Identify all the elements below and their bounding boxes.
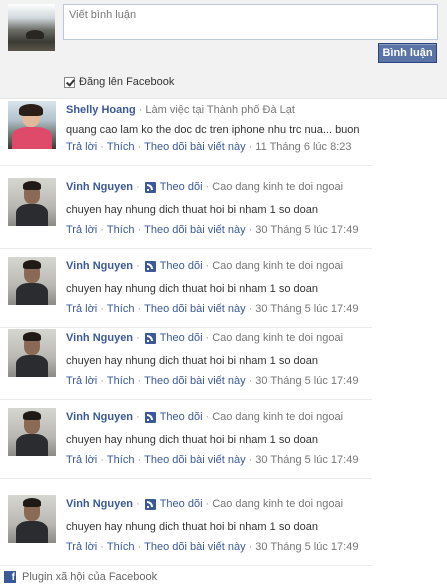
comment-timestamp[interactable]: 30 Tháng 5 lúc 17:49 bbox=[255, 541, 358, 553]
follow-link[interactable]: Theo dõi bbox=[160, 332, 203, 344]
like-link[interactable]: Thích bbox=[107, 541, 135, 553]
comment-text: chuyen hay nhung dich thuat hoi bi nham … bbox=[66, 204, 318, 216]
follow-post-link[interactable]: Theo dõi bài viết này bbox=[144, 454, 246, 466]
reply-link[interactable]: Trả lời bbox=[66, 224, 97, 236]
comment-input[interactable]: Viết bình luận bbox=[63, 4, 438, 40]
facebook-icon: f bbox=[4, 571, 16, 583]
rss-icon bbox=[144, 181, 156, 193]
comment-item: Vinh Nguyen · Theo dõi · Cao dang kinh t… bbox=[0, 257, 372, 328]
comment-text: chuyen hay nhung dich thuat hoi bi nham … bbox=[66, 434, 318, 446]
comment-text: chuyen hay nhung dich thuat hoi bi nham … bbox=[66, 521, 318, 533]
rss-icon bbox=[144, 332, 156, 344]
comment-timestamp[interactable]: 30 Tháng 5 lúc 17:49 bbox=[255, 224, 358, 236]
like-link[interactable]: Thích bbox=[107, 303, 135, 315]
reply-link[interactable]: Trả lời bbox=[66, 541, 97, 553]
like-link[interactable]: Thích bbox=[107, 224, 135, 236]
rss-icon bbox=[144, 260, 156, 272]
follow-post-link[interactable]: Theo dõi bài viết này bbox=[144, 541, 246, 553]
commenter-info: Cao dang kinh te doi ngoai bbox=[212, 332, 344, 344]
commenter-avatar[interactable] bbox=[8, 101, 56, 149]
follow-link[interactable]: Theo dõi bbox=[160, 498, 203, 510]
comment-timestamp[interactable]: 11 Tháng 6 lúc 8:23 bbox=[255, 141, 351, 153]
follow-post-link[interactable]: Theo dõi bài viết này bbox=[144, 375, 246, 387]
commenter-info: Cao dang kinh te doi ngoai bbox=[212, 260, 344, 272]
follow-link[interactable]: Theo dõi bbox=[160, 411, 203, 423]
commenter-name[interactable]: Vinh Nguyen bbox=[66, 498, 133, 510]
comment-item: Vinh Nguyen · Theo dõi · Cao dang kinh t… bbox=[0, 408, 372, 479]
commenter-avatar[interactable] bbox=[8, 495, 56, 543]
commenter-name[interactable]: Vinh Nguyen bbox=[66, 411, 133, 423]
commenter-avatar[interactable] bbox=[8, 257, 56, 305]
comment-text: quang cao lam ko the doc dc tren iphone … bbox=[66, 124, 360, 136]
commenter-info: Cao dang kinh te doi ngoai bbox=[212, 498, 344, 510]
reply-link[interactable]: Trả lời bbox=[66, 375, 97, 387]
rss-icon bbox=[144, 498, 156, 510]
reply-link[interactable]: Trả lời bbox=[66, 303, 97, 315]
commenter-avatar[interactable] bbox=[8, 408, 56, 456]
current-user-avatar bbox=[8, 4, 55, 51]
commenter-name[interactable]: Vinh Nguyen bbox=[66, 260, 133, 272]
like-link[interactable]: Thích bbox=[107, 375, 135, 387]
like-link[interactable]: Thích bbox=[107, 141, 135, 153]
commenter-avatar[interactable] bbox=[8, 178, 56, 226]
commenter-info: Cao dang kinh te doi ngoai bbox=[212, 411, 344, 423]
comment-timestamp[interactable]: 30 Tháng 5 lúc 17:49 bbox=[255, 303, 358, 315]
comment-timestamp[interactable]: 30 Tháng 5 lúc 17:49 bbox=[255, 454, 358, 466]
commenter-name[interactable]: Vinh Nguyen bbox=[66, 332, 133, 344]
post-to-facebook-option[interactable]: Đăng lên Facebook bbox=[64, 75, 174, 89]
like-link[interactable]: Thích bbox=[107, 454, 135, 466]
reply-link[interactable]: Trả lời bbox=[66, 454, 97, 466]
comment-text: chuyen hay nhung dich thuat hoi bi nham … bbox=[66, 283, 318, 295]
follow-link[interactable]: Theo dõi bbox=[160, 260, 203, 272]
plugin-footer: f Plugin xã hội của Facebook bbox=[0, 567, 447, 587]
comment-composer: Viết bình luận Bình luận Đăng lên Facebo… bbox=[0, 0, 447, 99]
commenter-name[interactable]: Vinh Nguyen bbox=[66, 181, 133, 193]
commenter-avatar[interactable] bbox=[8, 329, 56, 377]
follow-post-link[interactable]: Theo dõi bài viết này bbox=[144, 141, 246, 153]
rss-icon bbox=[144, 411, 156, 423]
commenter-name[interactable]: Shelly Hoang bbox=[66, 104, 136, 116]
comment-item: Vinh Nguyen · Theo dõi · Cao dang kinh t… bbox=[0, 329, 372, 400]
follow-link[interactable]: Theo dõi bbox=[160, 181, 203, 193]
comment-item: Vinh Nguyen · Theo dõi · Cao dang kinh t… bbox=[0, 495, 372, 566]
comment-item: Shelly Hoang · Làm việc tại Thành phố Đà… bbox=[0, 101, 372, 166]
post-to-facebook-label: Đăng lên Facebook bbox=[79, 76, 175, 88]
follow-post-link[interactable]: Theo dõi bài viết này bbox=[144, 303, 246, 315]
post-to-facebook-checkbox[interactable] bbox=[64, 76, 75, 88]
comment-text: chuyen hay nhung dich thuat hoi bi nham … bbox=[66, 355, 318, 367]
social-plugin-link[interactable]: Plugin xã hội của Facebook bbox=[22, 571, 157, 583]
comment-timestamp[interactable]: 30 Tháng 5 lúc 17:49 bbox=[255, 375, 358, 387]
follow-post-link[interactable]: Theo dõi bài viết này bbox=[144, 224, 246, 236]
commenter-info: Cao dang kinh te doi ngoai bbox=[212, 181, 344, 193]
commenter-info: Làm việc tại Thành phố Đà Lạt bbox=[145, 104, 295, 116]
reply-link[interactable]: Trả lời bbox=[66, 141, 97, 153]
comment-item: Vinh Nguyen · Theo dõi · Cao dang kinh t… bbox=[0, 178, 372, 249]
post-comment-button[interactable]: Bình luận bbox=[378, 43, 437, 63]
